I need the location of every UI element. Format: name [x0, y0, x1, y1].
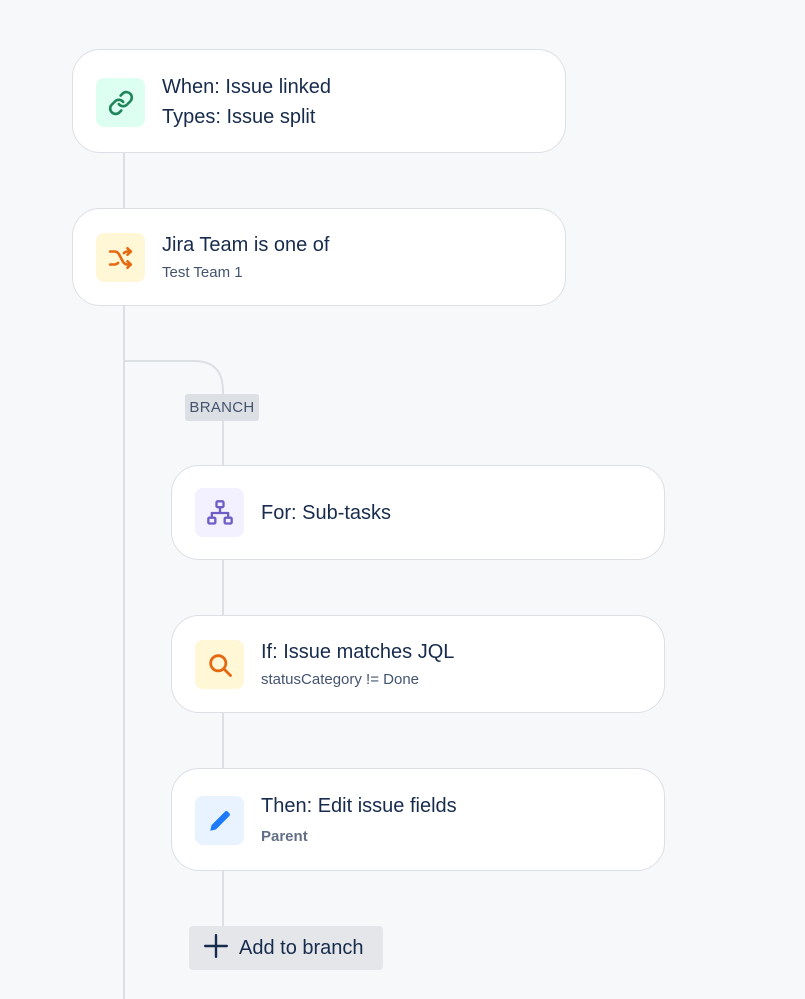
shuffle-icon: [108, 245, 134, 271]
rule-canvas: When: Issue linked Types: Issue split Ji…: [0, 0, 805, 999]
search-icon: [206, 651, 234, 679]
trigger-card[interactable]: When: Issue linked Types: Issue split: [72, 49, 566, 153]
branch-if-card[interactable]: If: Issue matches JQL statusCategory != …: [171, 615, 665, 713]
condition-icon-box: [96, 233, 145, 282]
branch-for-card[interactable]: For: Sub-tasks: [171, 465, 665, 560]
pencil-icon: [207, 808, 233, 834]
branch-then-card[interactable]: Then: Edit issue fields Parent: [171, 768, 665, 871]
branch-connector-line: [222, 712, 224, 769]
condition-subtitle: Test Team 1: [162, 264, 243, 281]
branch-connector-line: [222, 559, 224, 616]
then-subtitle: Parent: [261, 828, 308, 845]
then-title: Then: Edit issue fields: [261, 795, 457, 817]
if-subtitle: statusCategory != Done: [261, 671, 420, 688]
branch-connector-line: [222, 870, 224, 927]
trigger-icon-box: [96, 78, 145, 127]
condition-title: Jira Team is one of: [162, 234, 330, 256]
condition-card[interactable]: Jira Team is one of Test Team 1: [72, 208, 566, 306]
then-icon-box: [195, 796, 244, 845]
add-to-branch-label: Add to branch: [239, 936, 364, 959]
branch-connector-curve: [124, 360, 224, 466]
for-icon-box: [195, 488, 244, 537]
main-connector-line: [123, 152, 125, 209]
if-icon-box: [195, 640, 244, 689]
if-title: If: Issue matches JQL: [261, 641, 455, 663]
branch-label: BRANCH: [185, 394, 259, 421]
add-to-branch-button[interactable]: Add to branch: [189, 926, 383, 970]
trigger-title: When: Issue linked: [162, 76, 331, 98]
plus-icon: [203, 933, 229, 964]
trigger-subtitle: Types: Issue split: [162, 106, 316, 128]
for-title: For: Sub-tasks: [261, 502, 392, 524]
hierarchy-icon: [206, 499, 234, 527]
link-icon: [108, 90, 134, 116]
